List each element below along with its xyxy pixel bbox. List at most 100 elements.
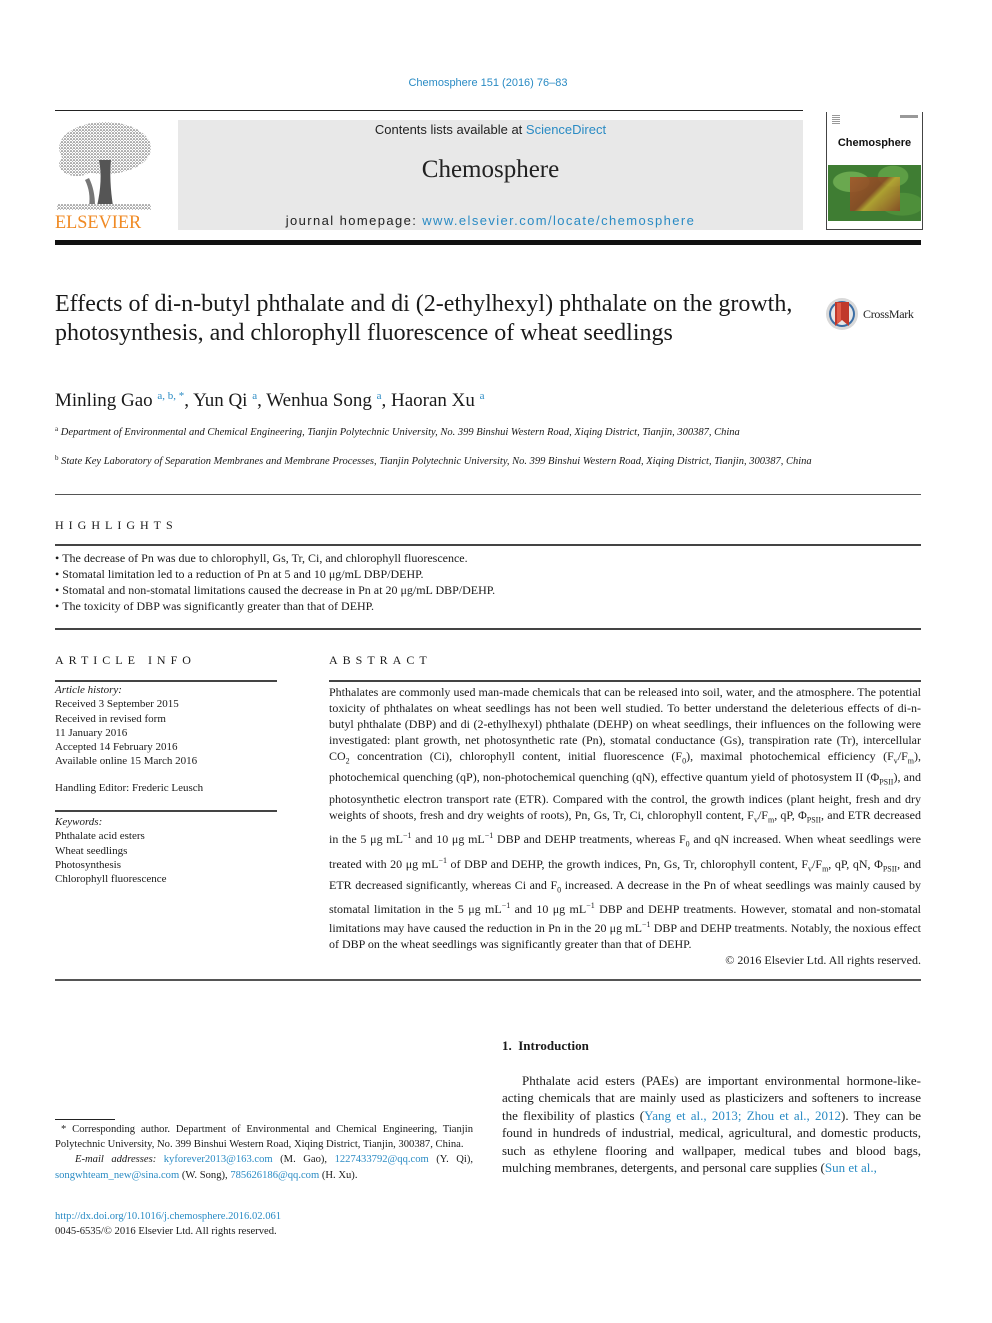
- homepage-line: journal homepage: www.elsevier.com/locat…: [178, 213, 803, 228]
- email-link[interactable]: kyforever2013@163.com: [164, 1154, 273, 1165]
- crossmark-icon: [826, 298, 858, 330]
- keywords-rule: [55, 810, 277, 812]
- abstract-text-run: of DBP and DEHP, the growth indices, Pn,…: [446, 856, 809, 871]
- affiliation-a: a Department of Environmental and Chemic…: [55, 422, 815, 440]
- abstract-text-run: PSII: [806, 815, 822, 825]
- keyword-item: Photosynthesis: [55, 858, 122, 871]
- affiliation-b: b State Key Laboratory of Separation Mem…: [55, 451, 815, 469]
- author-name[interactable]: Yun Qi: [193, 390, 247, 411]
- reference-link[interactable]: Yang et al., 2013; Zhou et al., 2012: [644, 1108, 841, 1123]
- affiliation-mark: b: [55, 454, 59, 462]
- header-thick-rule: [55, 240, 921, 245]
- abstract-text-run: ), maximal photochemical efficiency (F: [686, 749, 894, 763]
- highlight-item: The decrease of Pn was due to chlorophyl…: [55, 550, 921, 566]
- abstract-text-run: −1: [642, 920, 651, 930]
- abstract-text-run: PSII: [882, 863, 898, 873]
- author-affiliation-marks[interactable]: a: [480, 390, 485, 402]
- history-item: Received in revised form: [55, 712, 166, 725]
- history-item: Received 3 September 2015: [55, 698, 179, 711]
- elsevier-tree-icon: [57, 122, 151, 210]
- email-owner: (W. Song),: [179, 1169, 231, 1181]
- abstract-text-run: /F: [757, 807, 768, 822]
- journal-cover[interactable]: Chemosphere: [826, 112, 923, 230]
- cover-elsevier-icon: [832, 115, 840, 125]
- email-link[interactable]: 1227433792@qq.com: [335, 1154, 429, 1165]
- journal-header-box: Contents lists available at ScienceDirec…: [178, 120, 803, 230]
- highlight-item: The toxicity of DBP was significantly gr…: [55, 598, 921, 614]
- author-list: Minling Gao a, b, *, Yun Qi a, Wenhua So…: [55, 390, 485, 412]
- abstract-text-run: and 10 μg mL: [411, 832, 485, 847]
- history-item: Available online 15 March 2016: [55, 755, 198, 768]
- journal-citation-link[interactable]: Chemosphere 151 (2016) 76–83: [0, 77, 976, 89]
- abstract-body: Phthalates are commonly used man-made ch…: [329, 684, 921, 968]
- keywords-section: Keywords: Phthalate acid esters Wheat se…: [55, 815, 277, 886]
- author-separator: ,: [381, 390, 392, 411]
- article-info-heading: ARTICLE INFO: [55, 653, 196, 667]
- cover-title: Chemosphere: [837, 137, 912, 149]
- author-separator: ,: [257, 390, 267, 411]
- abstract-text-run: −1: [586, 901, 595, 911]
- email-owner: (Y. Qi),: [428, 1154, 473, 1166]
- article-history-label: Article history:: [55, 684, 122, 696]
- highlight-item: Stomatal limitation led to a reduction o…: [55, 566, 921, 582]
- contents-prefix: Contents lists available at: [374, 122, 526, 137]
- author-separator: ,: [184, 390, 194, 411]
- email-owner: (H. Xu).: [319, 1169, 358, 1181]
- keyword-item: Chlorophyll fluorescence: [55, 873, 167, 886]
- crossmark-label: CrossMark: [863, 307, 914, 321]
- journal-homepage-link[interactable]: www.elsevier.com/locate/chemosphere: [422, 213, 695, 228]
- author-name[interactable]: Wenhua Song: [266, 390, 372, 411]
- abstract-text-run: PSII: [879, 777, 894, 787]
- article-title: Effects of di-n-butyl phthalate and di (…: [55, 291, 793, 346]
- corresponding-author-text: * Corresponding author. Department of En…: [55, 1124, 473, 1151]
- affiliation-text: Department of Environmental and Chemical…: [60, 427, 740, 438]
- author-name[interactable]: Haoran Xu: [391, 390, 475, 411]
- highlights-heading: HIGHLIGHTS: [55, 518, 178, 532]
- doi-link[interactable]: http://dx.doi.org/10.1016/j.chemosphere.…: [55, 1211, 281, 1222]
- handling-editor: Handling Editor: Frederic Leusch: [55, 781, 204, 794]
- keyword-item: Wheat seedlings: [55, 844, 128, 857]
- abstract-text-run: , qP, qN, Φ: [828, 856, 883, 871]
- corresponding-author-footnote: * Corresponding author. Department of En…: [55, 1122, 473, 1183]
- highlights-top-rule: [55, 544, 921, 546]
- article-info: Article history: Received 3 September 20…: [55, 683, 277, 795]
- email-addresses: E-mail addresses: kyforever2013@163.com …: [55, 1152, 473, 1182]
- history-item: Accepted 14 February 2016: [55, 741, 178, 754]
- affiliation-rule: [55, 494, 921, 495]
- reference-link[interactable]: Sun et al.,: [825, 1160, 877, 1175]
- contents-line: Contents lists available at ScienceDirec…: [178, 122, 803, 137]
- abstract-text-run: −1: [484, 831, 494, 841]
- footnote-rule: [55, 1119, 115, 1120]
- elsevier-wordmark: ELSEVIER: [55, 212, 142, 233]
- sciencedirect-link[interactable]: ScienceDirect: [526, 122, 606, 137]
- article-info-rule: [55, 680, 277, 682]
- cover-leaf-highlight: [850, 177, 900, 211]
- introduction-body: Phthalate acid esters (PAEs) are importa…: [502, 1072, 921, 1176]
- abstract-text-run: concentration (Ci), chlorophyll content,…: [349, 749, 683, 763]
- history-item: 11 January 2016: [55, 726, 128, 739]
- keyword-item: Phthalate acid esters: [55, 830, 145, 843]
- email-link[interactable]: 785626186@qq.com: [230, 1170, 319, 1181]
- author-name[interactable]: Minling Gao: [55, 390, 153, 411]
- abstract-heading: ABSTRACT: [329, 653, 432, 667]
- email-label: E-mail addresses:: [75, 1154, 157, 1166]
- author-affiliation-marks[interactable]: a, b, *: [157, 390, 184, 402]
- email-link[interactable]: songwhteam_new@sina.com: [55, 1170, 179, 1181]
- cover-leaves-image: [828, 165, 921, 221]
- journal-name: Chemosphere: [421, 156, 560, 183]
- abstract-text-run: and 10 μg mL: [510, 902, 587, 917]
- abstract-text-run: /F: [812, 856, 823, 871]
- elsevier-logo[interactable]: ELSEVIER: [55, 120, 153, 233]
- affiliation-mark: a: [55, 425, 59, 433]
- introduction-heading: 1. Introduction: [502, 1038, 589, 1053]
- highlight-item: Stomatal and non-stomatal limitations ca…: [55, 582, 921, 598]
- highlights-list: The decrease of Pn was due to chlorophyl…: [55, 550, 921, 614]
- keywords-label: Keywords:: [55, 816, 103, 828]
- abstract-text-run: −1: [438, 855, 447, 865]
- top-rule: [55, 110, 803, 111]
- crossmark-button[interactable]: CrossMark: [825, 297, 925, 335]
- abstract-bottom-rule: [55, 979, 921, 981]
- cover-issn-mark: [900, 115, 918, 118]
- abstract-text-run: , qP, Φ: [774, 807, 807, 822]
